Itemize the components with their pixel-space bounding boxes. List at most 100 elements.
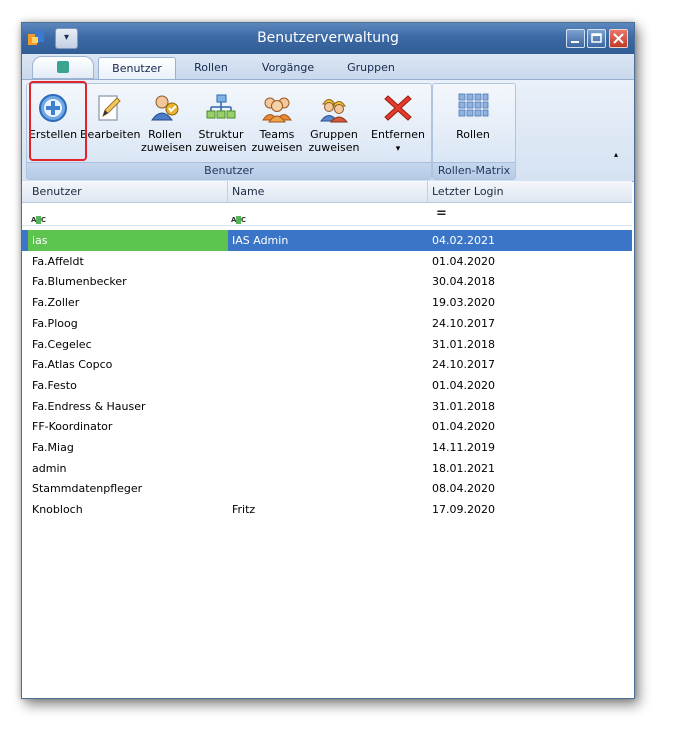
table-row[interactable]: Fa.Festo 01.04.2020: [22, 375, 632, 396]
table-row[interactable]: Fa.Cegelec 31.01.2018: [22, 334, 632, 355]
maximize-button[interactable]: [587, 29, 606, 48]
cell-letzter-login[interactable]: 24.10.2017: [428, 313, 632, 334]
struktur-zuweisen-line1: Struktur: [198, 128, 244, 141]
cell-name[interactable]: [228, 396, 428, 417]
cell-name[interactable]: [228, 416, 428, 437]
entfernen-label: Entfernen ▾: [369, 128, 427, 156]
cell-letzter-login[interactable]: 17.09.2020: [428, 499, 632, 520]
bearbeiten-button[interactable]: Bearbeiten: [80, 88, 140, 160]
cell-benutzer[interactable]: Fa.Atlas Copco: [28, 354, 228, 375]
cell-name[interactable]: [228, 292, 428, 313]
cell-benutzer[interactable]: Fa.Zoller: [28, 292, 228, 313]
entfernen-text: Entfernen: [371, 128, 425, 141]
app-window: ▾ Benutzerverwaltung Benutzer Rollen Vor…: [21, 22, 635, 699]
table-row[interactable]: Fa.Affeldt 01.04.2020: [22, 251, 632, 272]
entfernen-button[interactable]: Entfernen ▾: [369, 88, 427, 160]
grid-header-row: Benutzer Name Letzter Login: [22, 181, 632, 203]
text-filter-operator-icon[interactable]: AC: [231, 209, 246, 231]
cell-name[interactable]: [228, 354, 428, 375]
cell-benutzer[interactable]: Fa.Blumenbecker: [28, 271, 228, 292]
cell-letzter-login[interactable]: 31.01.2018: [428, 396, 632, 417]
group-label-benutzer: Benutzer: [27, 162, 431, 179]
table-row[interactable]: Fa.Miag 14.11.2019: [22, 437, 632, 458]
column-header-letzter-login[interactable]: Letzter Login: [428, 181, 632, 202]
entfernen-dropdown-arrow[interactable]: ▾: [396, 144, 401, 154]
filter-cell-name[interactable]: AC: [228, 203, 428, 225]
minimize-button[interactable]: [566, 29, 585, 48]
ribbon-collapse-button[interactable]: ▴: [614, 150, 618, 159]
tab-benutzer[interactable]: Benutzer: [98, 57, 176, 80]
text-filter-operator-icon[interactable]: AC: [31, 209, 46, 231]
teams-zuweisen-line1: Teams: [259, 128, 295, 141]
table-row[interactable]: FF-Koordinator 01.04.2020: [22, 416, 632, 437]
cell-letzter-login[interactable]: 31.01.2018: [428, 334, 632, 355]
cell-benutzer[interactable]: Fa.Cegelec: [28, 334, 228, 355]
cell-name[interactable]: IAS Admin: [228, 230, 428, 251]
equals-filter-operator[interactable]: =: [436, 203, 447, 225]
erstellen-highlight-box: [29, 81, 87, 161]
cell-name[interactable]: Fritz: [228, 499, 428, 520]
cell-benutzer[interactable]: Stammdatenpfleger: [28, 478, 228, 499]
cell-letzter-login[interactable]: 01.04.2020: [428, 416, 632, 437]
teams-zuweisen-button[interactable]: Teams zuweisen: [251, 88, 303, 160]
struktur-zuweisen-button[interactable]: Struktur zuweisen: [195, 88, 247, 160]
cell-name[interactable]: [228, 251, 428, 272]
application-menu-button[interactable]: [32, 56, 94, 79]
table-row[interactable]: Fa.Atlas Copco 24.10.2017: [22, 354, 632, 375]
teams-zuweisen-label: Teams zuweisen: [251, 128, 303, 154]
cell-name[interactable]: [228, 478, 428, 499]
cell-benutzer[interactable]: Fa.Miag: [28, 437, 228, 458]
cell-letzter-login[interactable]: 18.01.2021: [428, 458, 632, 479]
gruppen-zuweisen-label: Gruppen zuweisen: [307, 128, 361, 154]
cell-letzter-login[interactable]: 24.10.2017: [428, 354, 632, 375]
cell-letzter-login[interactable]: 04.02.2021: [428, 230, 632, 251]
application-menu-icon: [57, 61, 69, 73]
cell-letzter-login[interactable]: 14.11.2019: [428, 437, 632, 458]
cell-letzter-login[interactable]: 30.04.2018: [428, 271, 632, 292]
cell-name[interactable]: [228, 458, 428, 479]
group-workers-icon: [320, 99, 349, 123]
cell-benutzer[interactable]: Fa.Ploog: [28, 313, 228, 334]
cell-letzter-login[interactable]: 08.04.2020: [428, 478, 632, 499]
cell-benutzer[interactable]: Knobloch: [28, 499, 228, 520]
cell-name[interactable]: [228, 375, 428, 396]
cell-benutzer[interactable]: Fa.Festo: [28, 375, 228, 396]
table-row[interactable]: ias IAS Admin 04.02.2021: [22, 230, 632, 251]
table-row[interactable]: Fa.Blumenbecker 30.04.2018: [22, 271, 632, 292]
tab-rollen[interactable]: Rollen: [182, 57, 240, 79]
cell-name[interactable]: [228, 271, 428, 292]
cell-benutzer[interactable]: ias: [28, 230, 228, 251]
rollen-zuweisen-label: Rollen zuweisen: [141, 128, 192, 154]
tab-vorgaenge[interactable]: Vorgänge: [252, 57, 324, 79]
table-row[interactable]: Stammdatenpfleger 08.04.2020: [22, 478, 632, 499]
cell-benutzer[interactable]: FF-Koordinator: [28, 416, 228, 437]
cell-name[interactable]: [228, 313, 428, 334]
column-header-name[interactable]: Name: [228, 181, 428, 202]
table-row[interactable]: admin 18.01.2021: [22, 458, 632, 479]
close-button[interactable]: [609, 29, 628, 48]
table-row[interactable]: Knobloch Fritz 17.09.2020: [22, 499, 632, 520]
table-row[interactable]: Fa.Ploog 24.10.2017: [22, 313, 632, 334]
table-row[interactable]: Fa.Endress & Hauser 31.01.2018: [22, 396, 632, 417]
team-people-icon: [262, 97, 292, 123]
filter-cell-letzter-login[interactable]: =: [428, 203, 632, 225]
cell-name[interactable]: [228, 334, 428, 355]
cell-letzter-login[interactable]: 01.04.2020: [428, 251, 632, 272]
structure-tree-icon: [206, 94, 236, 119]
column-header-benutzer[interactable]: Benutzer: [28, 181, 228, 202]
window-title: Benutzerverwaltung: [257, 30, 399, 46]
rollen-matrix-button[interactable]: Rollen: [443, 88, 503, 160]
cell-benutzer[interactable]: Fa.Endress & Hauser: [28, 396, 228, 417]
cell-benutzer[interactable]: admin: [28, 458, 228, 479]
gruppen-zuweisen-button[interactable]: Gruppen zuweisen: [307, 88, 361, 160]
tab-gruppen[interactable]: Gruppen: [336, 57, 406, 79]
cell-name[interactable]: [228, 437, 428, 458]
ribbon-group-rollen-matrix: Rollen Rollen-Matrix: [432, 83, 516, 180]
table-row[interactable]: Fa.Zoller 19.03.2020: [22, 292, 632, 313]
rollen-zuweisen-button[interactable]: Rollen zuweisen: [141, 88, 192, 160]
filter-cell-benutzer[interactable]: AC: [28, 203, 228, 225]
title-bar[interactable]: ▾ Benutzerverwaltung: [22, 23, 634, 55]
cell-letzter-login[interactable]: 01.04.2020: [428, 375, 632, 396]
cell-letzter-login[interactable]: 19.03.2020: [428, 292, 632, 313]
cell-benutzer[interactable]: Fa.Affeldt: [28, 251, 228, 272]
